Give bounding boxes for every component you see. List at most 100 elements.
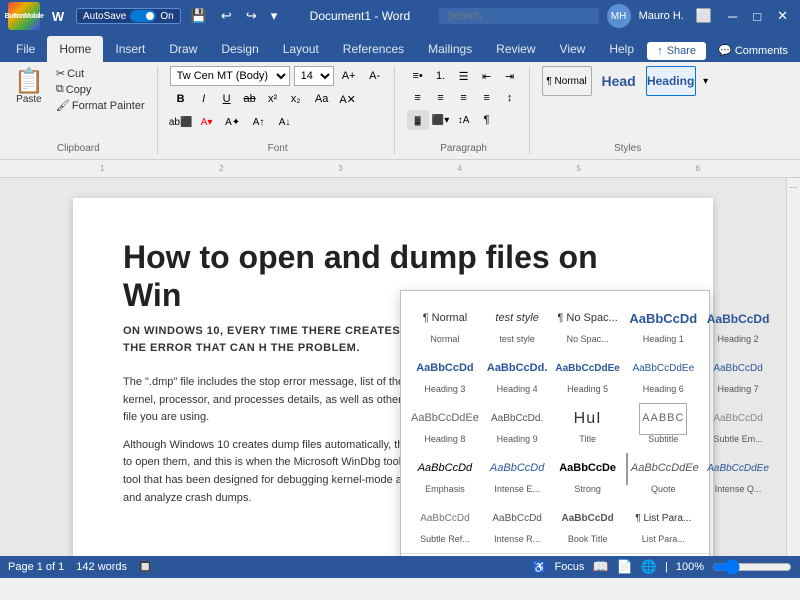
shading-button[interactable]: ▓ <box>407 110 429 130</box>
subscript-button[interactable]: x₂ <box>285 89 307 109</box>
style-h6-label: Heading 6 <box>643 385 684 395</box>
style-test[interactable]: test style test style <box>483 299 552 349</box>
style-h1[interactable]: AaBbCcDd Heading 1 <box>624 299 703 349</box>
increase-indent-button[interactable]: ⇥ <box>499 66 521 86</box>
comments-icon: 💬 <box>718 45 732 57</box>
style-h7[interactable]: AaBbCcDd Heading 7 <box>703 349 774 399</box>
strikethrough-button[interactable]: ab <box>239 89 261 109</box>
font-color-button[interactable]: A▾ <box>196 112 218 132</box>
align-center-button[interactable]: ≡ <box>430 88 452 108</box>
highlight-button[interactable]: ab⬛ <box>170 112 192 132</box>
close-btn[interactable]: ✕ <box>773 6 792 26</box>
paste-icon: 📋 <box>14 70 44 94</box>
style-title[interactable]: HuI Title <box>551 399 623 449</box>
focus-button[interactable]: Focus <box>554 561 584 573</box>
grow-font-button[interactable]: A+ <box>338 66 360 86</box>
style-h5[interactable]: AaBbCcDdEe Heading 5 <box>551 349 623 399</box>
style-h2-label: Heading 2 <box>718 335 759 345</box>
style-strong[interactable]: AaBbCcDe Strong <box>551 449 623 499</box>
style-h3[interactable]: AaBbCcDd Heading 3 <box>407 349 483 399</box>
view-print-button[interactable]: 📄 <box>617 559 633 575</box>
borders-button[interactable]: ⬛▾ <box>430 110 452 130</box>
style-subtitle[interactable]: AABBC Subtitle <box>624 399 703 449</box>
show-para-button[interactable]: ¶ <box>476 110 498 130</box>
undo-button[interactable]: ↩ <box>217 6 236 26</box>
italic-button[interactable]: I <box>193 89 215 109</box>
style-h2-preview: AaBbCcDd <box>705 303 772 335</box>
styles-gallery-item-1[interactable]: ¶ Normal <box>542 66 592 96</box>
shrink-font-button[interactable]: A- <box>364 66 386 86</box>
minimize-btn[interactable]: ─ <box>724 7 741 26</box>
cut-button[interactable]: ✂ Cut <box>52 66 149 81</box>
style-h2[interactable]: AaBbCcDd Heading 2 <box>703 299 774 349</box>
style-h8[interactable]: AaBbCcDdEe Heading 8 <box>407 399 483 449</box>
justify-button[interactable]: ≡ <box>476 88 498 108</box>
tab-references[interactable]: References <box>331 36 416 62</box>
copy-button[interactable]: ⧉ Copy <box>52 82 149 97</box>
tab-design[interactable]: Design <box>209 36 270 62</box>
superscript-button[interactable]: x² <box>262 89 284 109</box>
bullets-button[interactable]: ≡• <box>407 66 429 86</box>
ribbon-display-btn[interactable]: ⬜ <box>692 6 716 26</box>
format-painter-button[interactable]: 🖌 Format Painter <box>52 98 149 113</box>
more-quick-access[interactable]: ▾ <box>267 6 282 26</box>
maximize-btn[interactable]: □ <box>749 7 765 26</box>
bold-button[interactable]: B <box>170 89 192 109</box>
styles-more-button[interactable]: ▾ <box>698 71 714 91</box>
tab-view[interactable]: View <box>548 36 598 62</box>
style-subtle-em[interactable]: AaBbCcDd Subtle Em... <box>703 399 774 449</box>
tab-home[interactable]: Home <box>47 36 103 62</box>
tab-file[interactable]: File <box>4 36 47 62</box>
style-intense-r-label: Intense R... <box>494 535 540 545</box>
style-intense-r[interactable]: AaBbCcDd Intense R... <box>483 499 552 549</box>
tab-review[interactable]: Review <box>484 36 547 62</box>
sort-button[interactable]: ↕A <box>453 110 475 130</box>
style-h8-preview: AaBbCcDdEe <box>409 403 481 435</box>
tab-help[interactable]: Help <box>597 36 646 62</box>
numbering-button[interactable]: 1. <box>430 66 452 86</box>
tab-draw[interactable]: Draw <box>157 36 209 62</box>
decrease-indent-button[interactable]: ⇤ <box>476 66 498 86</box>
style-h4[interactable]: AaBbCcDd. Heading 4 <box>483 349 552 399</box>
style-intense-e[interactable]: AaBbCcDd Intense E... <box>483 449 552 499</box>
styles-gallery-item-2[interactable]: Head <box>594 66 644 96</box>
align-right-button[interactable]: ≡ <box>453 88 475 108</box>
comments-button[interactable]: 💬 Comments <box>710 41 796 60</box>
font-name-select[interactable]: Tw Cen MT (Body) <box>170 66 290 86</box>
style-emphasis[interactable]: AaBbCcDd Emphasis <box>407 449 483 499</box>
change-case-button[interactable]: Aa <box>311 89 333 109</box>
style-h9[interactable]: AaBbCcDd. Heading 9 <box>483 399 552 449</box>
text-effects-button[interactable]: A✦ <box>222 112 244 132</box>
multilevel-button[interactable]: ☰ <box>453 66 475 86</box>
search-input[interactable] <box>439 8 599 24</box>
style-h6[interactable]: AaBbCcDdEe Heading 6 <box>624 349 703 399</box>
line-spacing-button[interactable]: ↕ <box>499 88 521 108</box>
share-button[interactable]: ↑ Share <box>647 42 706 60</box>
style-intense-q[interactable]: AaBbCcDdEe Intense Q... <box>703 449 774 499</box>
view-read-button[interactable]: 📖 <box>592 559 608 575</box>
align-left-button[interactable]: ≡ <box>407 88 429 108</box>
style-book-title[interactable]: AaBbCcDd Book Title <box>551 499 623 549</box>
clear-format-button[interactable]: A✕ <box>337 89 359 109</box>
autosave-toggle[interactable] <box>130 10 156 22</box>
document-title: Document1 - Word <box>281 9 438 23</box>
tab-layout[interactable]: Layout <box>271 36 331 62</box>
font-size-down[interactable]: A↓ <box>274 112 296 132</box>
tab-mailings[interactable]: Mailings <box>416 36 484 62</box>
view-web-button[interactable]: 🌐 <box>641 559 657 575</box>
zoom-slider[interactable] <box>712 561 792 573</box>
style-normal[interactable]: ¶ Normal Normal <box>407 299 483 349</box>
style-list-para[interactable]: ¶ List Para... List Para... <box>624 499 703 549</box>
tab-insert[interactable]: Insert <box>103 36 157 62</box>
style-subtle-ref[interactable]: AaBbCcDd Subtle Ref... <box>407 499 483 549</box>
styles-gallery-item-3[interactable]: Heading <box>646 66 696 96</box>
redo-button[interactable]: ↪ <box>242 6 261 26</box>
underline-button[interactable]: U <box>216 89 238 109</box>
save-button[interactable]: 💾 <box>187 6 211 26</box>
font-size-up[interactable]: A↑ <box>248 112 270 132</box>
paste-button[interactable]: 📋 Paste <box>8 66 50 109</box>
style-quote[interactable]: AaBbCcDdEe Quote <box>624 449 703 499</box>
font-size-select[interactable]: 14 <box>294 66 334 86</box>
style-normal-preview: ¶ Normal <box>421 303 469 335</box>
style-no-space[interactable]: ¶ No Spac... No Spac... <box>551 299 623 349</box>
